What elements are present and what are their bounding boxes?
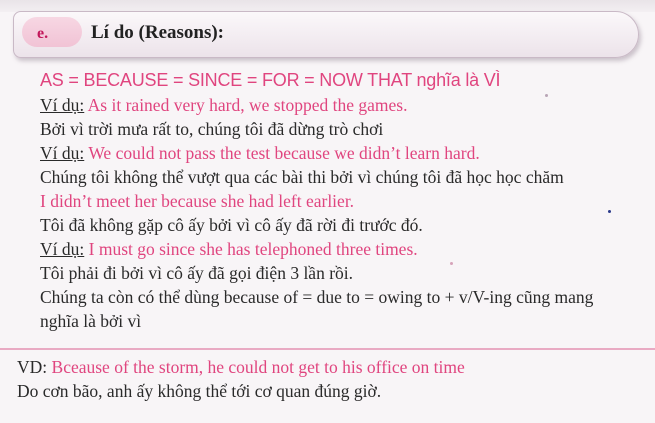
- vd-sentence: Bceause of the storm, he could not get t…: [51, 357, 465, 377]
- example-sentence: As it rained very hard, we stopped the g…: [87, 95, 408, 115]
- vd-sentence-line: VD: Bceause of the storm, he could not g…: [17, 355, 647, 379]
- section-letter: e.: [37, 25, 49, 42]
- reasons-content: AS = BECAUSE = SINCE = FOR = NOW THAT ng…: [40, 67, 640, 333]
- translation-line-3: Tôi đã không gặp cô ấy bởi vì cô ấy đã r…: [40, 215, 423, 235]
- example-sentence: I must go since she has telephoned three…: [88, 239, 418, 259]
- ink-dot: [450, 262, 453, 265]
- vd-translation: Do cơn bão, anh ấy không thể tới cơ quan…: [17, 381, 382, 401]
- conjunction-heading: AS = BECAUSE = SINCE = FOR = NOW THAT ng…: [40, 70, 501, 90]
- example-label: Ví dụ:: [40, 239, 85, 259]
- note-line-2: nghĩa là bởi vì: [40, 311, 142, 331]
- section-divider: [0, 348, 655, 350]
- page: e. Lí do (Reasons): AS = BECAUSE = SINCE…: [0, 0, 655, 423]
- note-line-1: Chúng ta còn có thể dùng because of = du…: [40, 287, 594, 307]
- example-label: Ví dụ:: [40, 95, 85, 115]
- ink-dot: [545, 94, 548, 97]
- example-line-1: Ví dụ: As it rained very hard, we stoppe…: [40, 93, 640, 117]
- vd-label: VD:: [17, 357, 48, 377]
- ink-dot: [608, 210, 611, 213]
- translation-line-4: Tôi phải đi bởi vì cô ấy đã gọi điện 3 l…: [40, 263, 354, 283]
- translation-line-2: Chúng tôi không thể vượt qua các bài thi…: [40, 167, 564, 187]
- example-line-4: Ví dụ: I must go since she has telephone…: [40, 237, 640, 261]
- vd-example: VD: Bceause of the storm, he could not g…: [17, 355, 647, 403]
- example-label: Ví dụ:: [40, 143, 85, 163]
- example-sentence: We could not pass the test because we di…: [88, 143, 480, 163]
- section-title: Lí do (Reasons):: [91, 22, 225, 43]
- example-line-3: I didn’t meet her because she had left e…: [40, 191, 355, 211]
- section-letter-badge: [22, 17, 82, 47]
- example-line-2: Ví dụ: We could not pass the test becaus…: [40, 141, 640, 165]
- translation-line-1: Bởi vì trời mưa rất to, chúng tôi đã dừn…: [40, 119, 384, 139]
